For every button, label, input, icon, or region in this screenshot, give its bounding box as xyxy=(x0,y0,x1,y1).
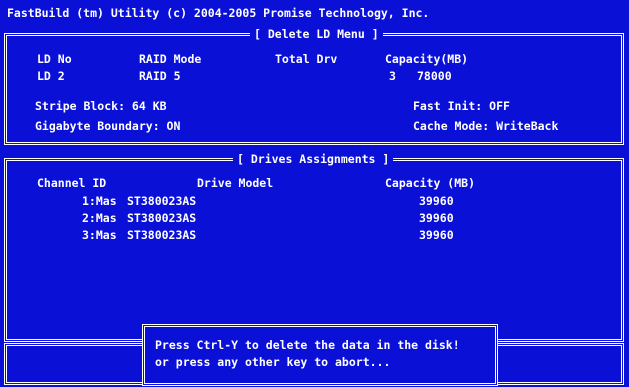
header-total-drv: Total Drv xyxy=(275,52,338,66)
gigabyte-boundary: Gigabyte Boundary: ON xyxy=(35,119,181,133)
delete-ld-menu-panel: [ Delete LD Menu ] LD No RAID Mode Total… xyxy=(4,26,624,145)
header-capacity: Capacity(MB) xyxy=(385,52,469,66)
window-title: FastBuild (tm) Utility (c) 2004-2005 Pro… xyxy=(7,6,430,20)
ld-raid-mode: RAID 5 xyxy=(139,69,181,83)
ld-total-drv: 3 xyxy=(389,69,396,83)
drive-row-channel: 3:Mas xyxy=(82,228,117,242)
drive-row-capacity: 39960 xyxy=(419,228,454,242)
header-ld-no: LD No xyxy=(37,52,72,66)
header-drive-model: Drive Model xyxy=(197,176,274,190)
bios-screen: FastBuild (tm) Utility (c) 2004-2005 Pro… xyxy=(0,0,629,387)
ld-capacity: 78000 xyxy=(417,69,452,83)
fast-init: Fast Init: OFF xyxy=(413,99,510,113)
drive-row-model: ST380023AS xyxy=(127,211,197,225)
drives-assignments-title: [ Drives Assignments ] xyxy=(233,151,394,167)
stripe-block: Stripe Block: 64 KB xyxy=(35,99,167,113)
title-bar: FastBuild (tm) Utility (c) 2004-2005 Pro… xyxy=(0,0,629,25)
drive-row-capacity: 39960 xyxy=(419,211,454,225)
header-drive-capacity: Capacity (MB) xyxy=(385,176,476,190)
ld-number: LD 2 xyxy=(37,69,65,83)
cache-mode: Cache Mode: WriteBack xyxy=(413,119,559,133)
delete-ld-menu-title: [ Delete LD Menu ] xyxy=(250,26,383,42)
drives-assignments-panel: [ Drives Assignments ] Channel ID Drive … xyxy=(4,151,624,342)
dialog-message-line1: Press Ctrl-Y to delete the data in the d… xyxy=(155,338,460,352)
drive-row-model: ST380023AS xyxy=(127,194,197,208)
drive-row-capacity: 39960 xyxy=(419,194,454,208)
header-channel-id: Channel ID xyxy=(37,176,107,190)
dialog-message-line2: or press any other key to abort... xyxy=(155,355,391,369)
drive-row-channel: 2:Mas xyxy=(82,211,117,225)
header-raid-mode: RAID Mode xyxy=(139,52,202,66)
drive-row-channel: 1:Mas xyxy=(82,194,117,208)
delete-confirm-dialog[interactable]: Press Ctrl-Y to delete the data in the d… xyxy=(142,324,498,386)
drive-row-model: ST380023AS xyxy=(127,228,197,242)
